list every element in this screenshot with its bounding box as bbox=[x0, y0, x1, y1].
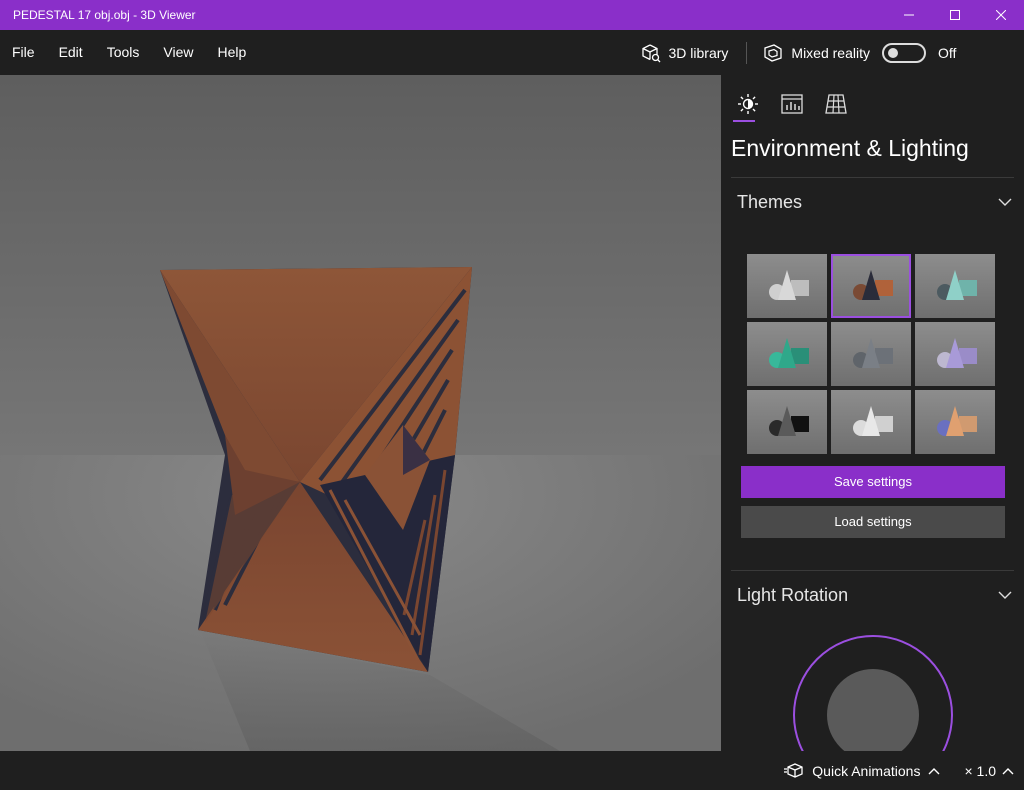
animation-speed-button[interactable]: × 1.0 bbox=[950, 763, 1024, 779]
menu-bar: File Edit Tools View Help 3D library Mix… bbox=[0, 30, 1024, 75]
chevron-down-icon bbox=[998, 591, 1012, 599]
animation-cube-icon bbox=[784, 762, 803, 778]
menu-edit[interactable]: Edit bbox=[47, 30, 95, 75]
theme-thumbnail[interactable] bbox=[915, 254, 995, 318]
maximize-icon bbox=[950, 10, 960, 20]
light-rotation-section: Light Rotation bbox=[721, 570, 1024, 751]
toggle-knob bbox=[888, 47, 898, 58]
maximize-button[interactable] bbox=[932, 0, 978, 30]
theme-thumbnail[interactable] bbox=[747, 254, 827, 318]
stats-icon bbox=[781, 94, 803, 114]
mixed-reality-button[interactable]: Mixed reality bbox=[751, 43, 878, 62]
themes-grid bbox=[721, 226, 1024, 454]
window-title: PEDESTAL 17 obj.obj - 3D Viewer bbox=[13, 8, 196, 22]
panel-title: Environment & Lighting bbox=[731, 135, 969, 161]
animation-speed-label: × 1.0 bbox=[964, 762, 996, 779]
theme-thumbnail[interactable] bbox=[831, 322, 911, 386]
theme-thumbnail[interactable] bbox=[747, 390, 827, 454]
theme-thumbnail[interactable] bbox=[915, 322, 995, 386]
tab-environment-lighting[interactable] bbox=[731, 87, 765, 122]
close-button[interactable] bbox=[978, 0, 1024, 30]
panel-tabs bbox=[721, 75, 1024, 123]
pedestal-model[interactable] bbox=[0, 75, 721, 751]
tab-grid-views[interactable] bbox=[819, 87, 853, 121]
menu-file[interactable]: File bbox=[0, 30, 47, 75]
light-rotation-dial[interactable] bbox=[793, 635, 953, 751]
minimize-button[interactable] bbox=[886, 0, 932, 30]
mixed-reality-icon bbox=[764, 43, 783, 62]
tab-stats-shading[interactable] bbox=[775, 87, 809, 121]
theme-thumbnail[interactable] bbox=[747, 322, 827, 386]
menu-tools[interactable]: Tools bbox=[95, 30, 152, 75]
save-settings-button[interactable]: Save settings bbox=[741, 466, 1005, 498]
close-icon bbox=[996, 10, 1006, 20]
load-settings-button[interactable]: Load settings bbox=[741, 506, 1005, 538]
light-preview-sphere bbox=[827, 669, 919, 751]
mixed-reality-state: Off bbox=[938, 44, 957, 61]
mixed-reality-toggle[interactable] bbox=[882, 42, 926, 63]
3d-library-label: 3D library bbox=[668, 44, 729, 61]
quick-animations-button[interactable]: Quick Animations bbox=[774, 763, 950, 779]
themes-label: Themes bbox=[737, 191, 803, 212]
chevron-up-icon bbox=[1002, 767, 1014, 774]
light-rotation-header[interactable]: Light Rotation bbox=[721, 571, 1024, 619]
theme-thumbnail[interactable] bbox=[831, 390, 911, 454]
themes-header[interactable]: Themes bbox=[721, 178, 1024, 226]
menu-view[interactable]: View bbox=[151, 30, 205, 75]
theme-thumbnail[interactable] bbox=[915, 390, 995, 454]
chevron-down-icon bbox=[998, 198, 1012, 206]
theme-thumbnail[interactable] bbox=[831, 254, 911, 318]
toolbar-separator bbox=[746, 41, 748, 64]
chevron-up-icon bbox=[928, 767, 940, 774]
3d-library-button[interactable]: 3D library bbox=[627, 30, 743, 75]
menu-help[interactable]: Help bbox=[205, 30, 258, 75]
cube-search-icon bbox=[641, 43, 660, 62]
light-rotation-label: Light Rotation bbox=[737, 584, 849, 605]
mixed-reality-label: Mixed reality bbox=[791, 44, 870, 61]
minimize-icon bbox=[904, 14, 914, 16]
status-bar: Quick Animations × 1.0 bbox=[0, 751, 1024, 790]
settings-panel: Environment & Lighting Themes Save setti… bbox=[721, 75, 1024, 751]
quick-animations-label: Quick Animations bbox=[812, 762, 921, 779]
sun-icon bbox=[738, 94, 758, 114]
title-bar: PEDESTAL 17 obj.obj - 3D Viewer bbox=[0, 0, 1024, 30]
grid-icon bbox=[825, 94, 847, 114]
3d-viewport[interactable] bbox=[0, 75, 721, 751]
